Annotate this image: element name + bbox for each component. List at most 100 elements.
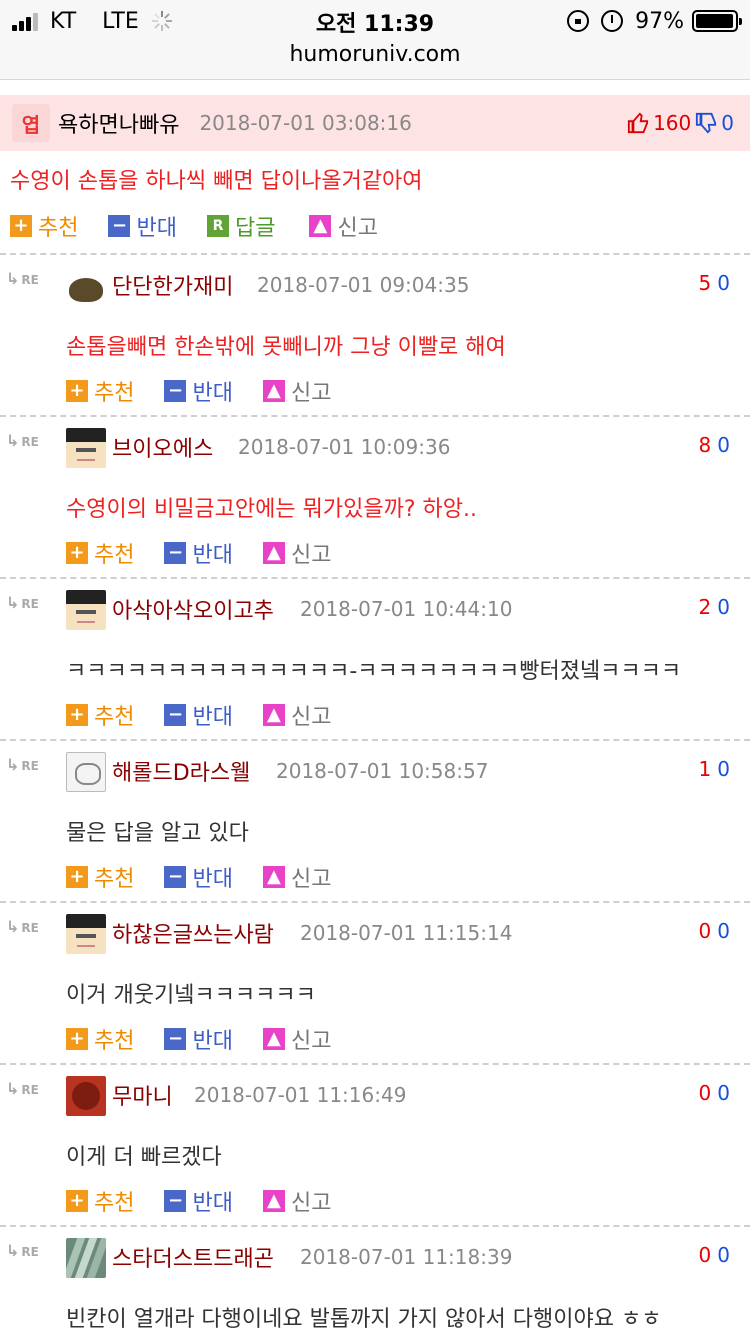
comment-date: 2018-07-01 10:09:36	[238, 435, 451, 459]
comment-author[interactable]: 아삭아삭오이고추	[112, 593, 274, 625]
oppose-button[interactable]: − 반대	[164, 375, 233, 407]
comment-author[interactable]: 하찮은글쓰는사람	[112, 917, 274, 949]
comment-downvotes: 0	[717, 1081, 730, 1105]
report-label: 신고	[290, 705, 332, 730]
reply-indicator-icon: RE	[6, 269, 38, 288]
recommend-button[interactable]: + 추천	[66, 1185, 134, 1217]
comment-downvotes: 0	[717, 1243, 730, 1267]
report-button[interactable]: ▲ 신고	[262, 537, 332, 569]
comment-votes: 80	[699, 433, 730, 457]
recommend-button[interactable]: + 추천	[66, 1023, 134, 1055]
plus-icon: +	[66, 1028, 88, 1050]
comment-author[interactable]: 해롤드D라스웰	[112, 755, 250, 787]
report-button[interactable]: ▲ 신고	[262, 1185, 331, 1217]
comment-body: 수영이의 비밀금고안에는 뭐가있을까? 하앙..	[66, 497, 477, 522]
comment-upvotes: 8	[698, 433, 712, 457]
comment-author[interactable]: 스타더스트드래곤	[112, 1241, 274, 1273]
oppose-label: 반대	[136, 216, 177, 241]
report-button[interactable]: ▲ 신고	[309, 210, 378, 242]
reply-indicator-icon: RE	[6, 1241, 38, 1260]
comment-author[interactable]: 무마니	[112, 1079, 173, 1111]
comment-upvotes: 0	[698, 919, 712, 943]
comment-votes: 50	[699, 271, 730, 295]
plus-icon: +	[66, 1190, 88, 1212]
comment-item: RE 무마니 2018-07-01 11:16:49 00 이게 더 빠르겠다 + 추천 −반…	[0, 1065, 750, 1226]
minus-icon: −	[164, 704, 187, 726]
recommend-label: 추천	[94, 381, 135, 406]
recommend-button[interactable]: + 추천	[66, 699, 134, 731]
avatar[interactable]	[66, 1238, 106, 1278]
oppose-button[interactable]: − 반대	[164, 537, 233, 569]
comment-downvotes: 0	[717, 433, 730, 457]
oppose-label: 반대	[192, 1191, 233, 1216]
post-header: 엽 욕하면나빠유 2018-07-01 03:08:16 160 0	[0, 95, 750, 151]
reply-indicator-icon: RE	[6, 431, 38, 450]
avatar[interactable]	[66, 752, 106, 792]
recommend-button[interactable]: + 추천	[66, 861, 134, 893]
recommend-button[interactable]: + 추천	[66, 537, 134, 569]
thumbs-up-icon[interactable]	[627, 112, 649, 134]
oppose-label: 반대	[192, 381, 233, 406]
avatar[interactable]	[66, 266, 106, 306]
oppose-label: 반대	[192, 705, 233, 730]
url-bar[interactable]: humoruniv.com	[0, 40, 750, 80]
comment-downvotes: 0	[717, 919, 730, 943]
comment-date: 2018-07-01 11:18:39	[300, 1245, 513, 1269]
comment-author[interactable]: 브이오에스	[112, 431, 213, 463]
post-votes: 160 0	[623, 95, 734, 151]
alarm-icon	[601, 10, 624, 32]
oppose-button[interactable]: − 반대	[164, 1185, 233, 1217]
siren-icon: ▲	[262, 1028, 285, 1050]
comment-upvotes: 0	[698, 1243, 712, 1267]
reply-button[interactable]: R 답글	[206, 210, 276, 242]
comment-upvotes: 2	[698, 595, 712, 619]
recommend-label: 추천	[94, 543, 135, 568]
report-button[interactable]: ▲ 신고	[262, 1023, 332, 1055]
post-downvotes: 0	[721, 111, 734, 135]
avatar[interactable]	[66, 1076, 106, 1116]
recommend-label: 추천	[94, 705, 135, 730]
recommend-label: 추천	[38, 216, 79, 241]
report-button[interactable]: ▲ 신고	[262, 861, 331, 893]
comment-date: 2018-07-01 11:16:49	[194, 1083, 407, 1107]
comment-body: ㅋㅋㅋㅋㅋㅋㅋㅋㅋㅋㅋㅋㅋㅋ-ㅋㅋㅋㅋㅋㅋㅋㅋ빵터졌넼ㅋㅋㅋㅋ	[66, 659, 682, 684]
reply-label: 답글	[234, 216, 276, 241]
oppose-button[interactable]: − 반대	[164, 1023, 233, 1055]
report-label: 신고	[337, 216, 378, 241]
avatar[interactable]	[66, 590, 106, 630]
plus-icon: +	[66, 380, 88, 402]
oppose-button[interactable]: − 반대	[164, 861, 233, 893]
comment-actions: + 추천 − 반대 ▲ 신고	[66, 537, 361, 569]
thumbs-down-icon[interactable]	[695, 112, 717, 134]
battery-percent: 97%	[635, 8, 684, 34]
comment-item: RE 해롤드D라스웰 2018-07-01 10:58:57 10 물은 답을 알고 있…	[0, 741, 750, 902]
report-label: 신고	[290, 1029, 332, 1054]
avatar[interactable]	[66, 428, 106, 468]
comment-body: 빈칸이 열개라 다행이네요 발톱까지 가지 않아서 다행이야요 ㅎㅎ	[66, 1307, 662, 1332]
oppose-button[interactable]: − 반대	[164, 699, 233, 731]
comment-upvotes: 1	[698, 757, 712, 781]
minus-icon: −	[108, 215, 131, 237]
comment-date: 2018-07-01 11:15:14	[300, 921, 513, 945]
comment-body: 이거 개웃기넼ㅋㅋㅋㅋㅋㅋ	[66, 983, 316, 1008]
report-button[interactable]: ▲ 신고	[262, 699, 332, 731]
status-bar: KT LTE 오전 11:39 97%	[0, 0, 750, 40]
post-author[interactable]: 욕하면나빠유	[58, 107, 179, 139]
recommend-label: 추천	[94, 867, 135, 892]
comment-author[interactable]: 단단한가재미	[112, 269, 233, 301]
avatar[interactable]	[66, 914, 106, 954]
comment-body: 이게 더 빠르겠다	[66, 1145, 222, 1170]
recommend-button[interactable]: + 추천	[66, 375, 134, 407]
comment-upvotes: 5	[698, 271, 712, 295]
siren-icon: ▲	[262, 704, 285, 726]
siren-icon: ▲	[262, 1190, 285, 1212]
post-body: 수영이 손톱을 하나씩 빼면 답이나올거같아여	[10, 169, 423, 194]
reply-indicator-icon: RE	[6, 593, 38, 612]
oppose-button[interactable]: − 반대	[108, 210, 177, 242]
report-button[interactable]: ▲ 신고	[262, 375, 331, 407]
comment-item: RE 스타더스트드래곤 2018-07-01 11:18:39 00 빈칸이 열개라 다…	[0, 1227, 750, 1334]
comment-votes: 00	[699, 919, 730, 943]
rotation-lock-icon	[567, 10, 590, 32]
report-label: 신고	[290, 543, 332, 568]
recommend-button[interactable]: + 추천	[10, 210, 78, 242]
